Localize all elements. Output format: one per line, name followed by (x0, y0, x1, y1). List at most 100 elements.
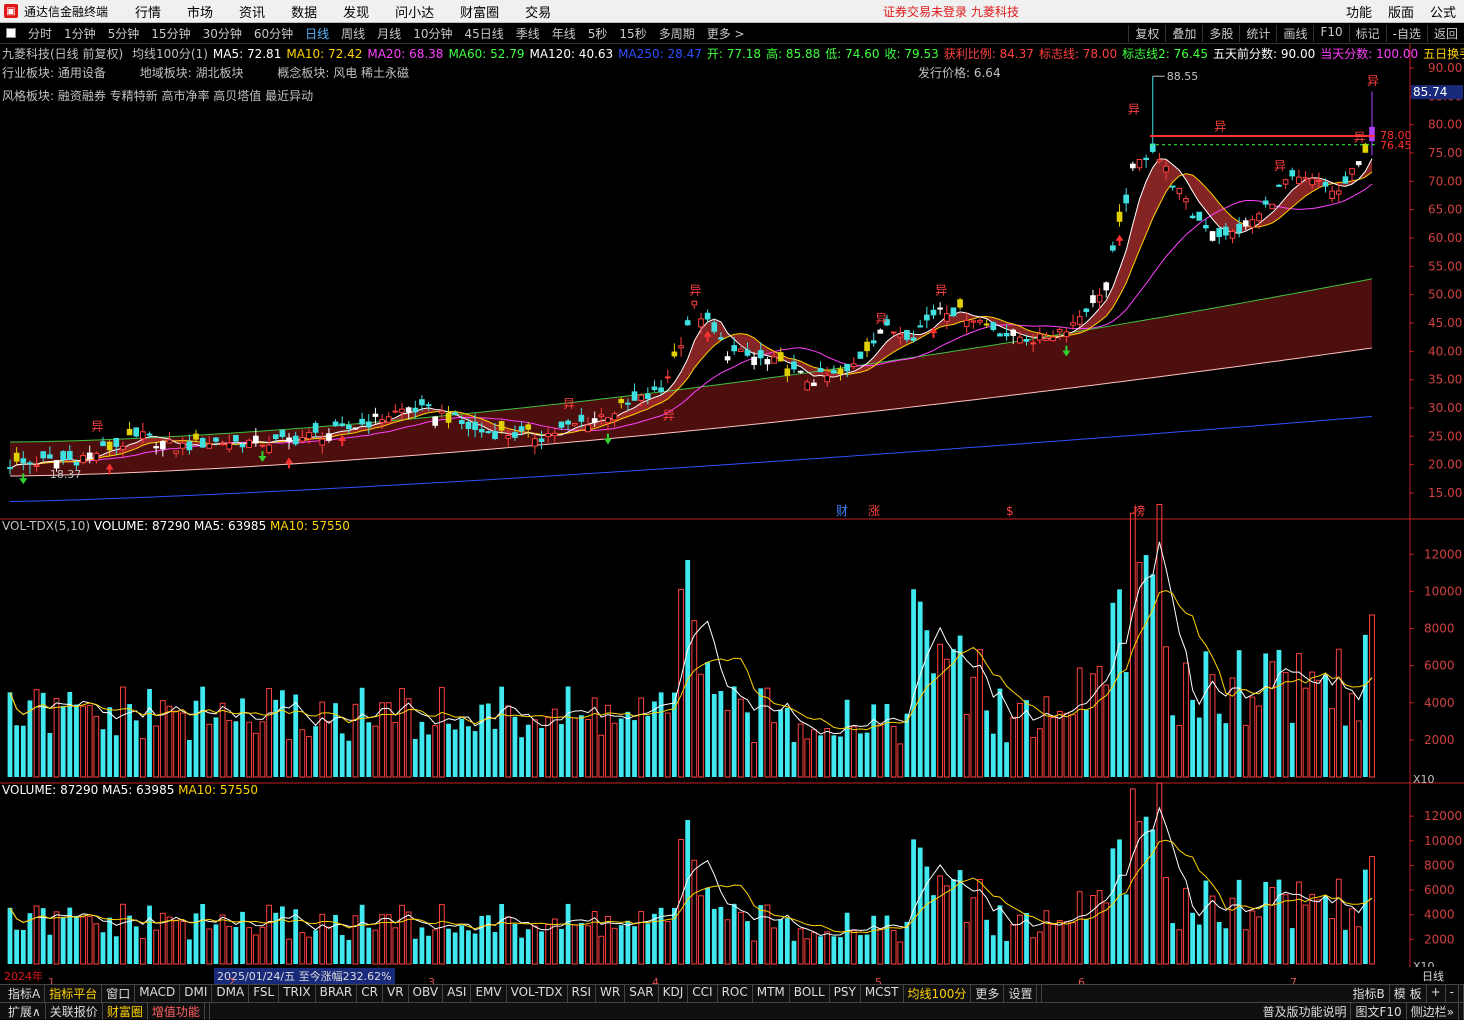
tab-right-3[interactable]: - (1446, 985, 1459, 1002)
period-tab-1[interactable]: 1分钟 (64, 25, 96, 42)
menu-item-7[interactable]: 交易 (525, 2, 551, 21)
period-tab-15[interactable]: 多周期 (659, 25, 695, 42)
bottom-right-item-2[interactable]: 侧边栏» (1407, 1002, 1459, 1020)
indicator-tab-1[interactable]: 指标平台 (45, 985, 103, 1002)
tab-right-0[interactable]: 指标B (1349, 985, 1390, 1002)
period-tab-7[interactable]: 周线 (341, 25, 365, 42)
indicator-tab-26[interactable]: 更多 (971, 985, 1005, 1002)
period-tab-0[interactable]: 分时 (28, 25, 52, 42)
tab-right-1[interactable]: 模 板 (1390, 985, 1427, 1002)
bottom-right-item-0[interactable]: 普及版功能说明 (1258, 1002, 1352, 1020)
toolbar-button-2[interactable]: 多股 (1202, 24, 1239, 42)
candle (977, 317, 983, 326)
menu-item-1[interactable]: 市场 (187, 2, 213, 21)
bottom-item-3[interactable]: 增值功能 (148, 1002, 205, 1020)
period-tab-8[interactable]: 月线 (377, 25, 401, 42)
toolbar-button-4[interactable]: 画线 (1276, 24, 1313, 42)
indicator-tab-8[interactable]: BRAR (316, 985, 358, 1002)
period-tab-3[interactable]: 15分钟 (151, 25, 190, 42)
right-menu-item-1[interactable]: 版面 (1388, 2, 1414, 21)
indicator-tab-10[interactable]: VR (383, 985, 409, 1002)
volume-bar (625, 920, 631, 964)
volume-bar (153, 929, 160, 965)
indicator-tab-12[interactable]: ASI (443, 985, 472, 1002)
period-tab-13[interactable]: 5秒 (588, 25, 608, 42)
volume-bar (1103, 684, 1110, 778)
volume-bar (778, 919, 784, 964)
indicator-tab-16[interactable]: WR (596, 985, 626, 1002)
menu-item-4[interactable]: 发现 (343, 2, 369, 21)
indicator-tab-17[interactable]: SAR (625, 985, 659, 1002)
toolbar-button-0[interactable]: 复权 (1128, 24, 1165, 42)
period-tab-5[interactable]: 60分钟 (254, 25, 293, 42)
price-tick-label-13: 25.00 (1428, 429, 1462, 443)
indicator-tab-18[interactable]: KDJ (659, 985, 689, 1002)
volume-bar (698, 673, 704, 778)
candle (392, 404, 399, 414)
tab-right-2[interactable]: + (1427, 985, 1446, 1002)
right-menu-item-0[interactable]: 功能 (1346, 2, 1372, 21)
volume-bar (1355, 720, 1362, 778)
period-checkbox[interactable] (6, 28, 16, 38)
indicator-tab-24[interactable]: MCST (861, 985, 904, 1002)
indicator-tab-11[interactable]: OBV (409, 985, 444, 1002)
indicator-tab-5[interactable]: DMA (212, 985, 250, 1002)
indicator-tab-13[interactable]: EMV (471, 985, 507, 1002)
indicator-tab-19[interactable]: CCI (688, 985, 718, 1002)
bottom-item-0[interactable]: 扩展∧ (4, 1002, 46, 1020)
current-stock-name[interactable]: 九菱科技 (971, 3, 1019, 20)
chart-area[interactable]: 90.0085.0080.0075.0070.0065.0060.0055.00… (0, 44, 1464, 967)
indicator-tab-6[interactable]: FSL (249, 985, 280, 1002)
bottom-item-1[interactable]: 关联报价 (46, 1002, 103, 1020)
indicator-tab-2[interactable]: 窗口 (102, 985, 136, 1002)
volume-bar (1249, 696, 1256, 778)
indicator-tab-7[interactable]: TRIX (279, 985, 316, 1002)
period-tab-14[interactable]: 15秒 (619, 25, 646, 42)
indicator-tab-20[interactable]: ROC (718, 985, 753, 1002)
indicator-tab-4[interactable]: DMI (180, 985, 213, 1002)
abnormal-tag-7: 异 (1214, 119, 1226, 133)
bottom-item-2[interactable]: 财富圈 (103, 1002, 148, 1020)
indicator-tab-23[interactable]: PSY (830, 985, 861, 1002)
indicator-tab-3[interactable]: MACD (135, 985, 181, 1002)
toolbar-button-1[interactable]: 叠加 (1165, 24, 1202, 42)
volume-bar (200, 904, 206, 964)
volume-bar (206, 723, 213, 778)
period-tab-4[interactable]: 30分钟 (203, 25, 242, 42)
volume-bar (877, 723, 884, 778)
indicator-tab-0[interactable]: 指标A (4, 985, 46, 1002)
menu-item-5[interactable]: 问小达 (395, 2, 434, 21)
menu-item-3[interactable]: 数据 (291, 2, 317, 21)
menu-item-2[interactable]: 资讯 (239, 2, 265, 21)
right-menu-item-2[interactable]: 公式 (1430, 2, 1456, 21)
period-tab-2[interactable]: 5分钟 (108, 25, 140, 42)
indicator-tab-27[interactable]: 设置 (1004, 985, 1038, 1002)
period-tab-11[interactable]: 季线 (516, 25, 540, 42)
toolbar-button-3[interactable]: 统计 (1239, 24, 1276, 42)
period-tab-16[interactable]: 更多 > (707, 25, 745, 42)
period-tab-9[interactable]: 10分钟 (413, 25, 452, 42)
indicator-tab-9[interactable]: CR (357, 985, 383, 1002)
toolbar-button-5[interactable]: F10 (1313, 24, 1348, 42)
indicator-tab-21[interactable]: MTM (753, 985, 790, 1002)
period-tab-10[interactable]: 45日线 (464, 25, 503, 42)
candle (1289, 167, 1296, 181)
price-tick-label-14: 20.00 (1428, 458, 1462, 472)
menu-item-0[interactable]: 行情 (135, 2, 161, 21)
period-tab-12[interactable]: 年线 (552, 25, 576, 42)
bottom-right-item-1[interactable]: 图文F10 (1351, 1002, 1407, 1020)
indicator-tab-25[interactable]: 均线100分 (904, 985, 972, 1002)
volume-bar (293, 909, 299, 964)
vol2-ma10: MA10: 57550 (178, 783, 259, 797)
period-label[interactable]: 日线 (1422, 968, 1444, 984)
menu-item-6[interactable]: 财富圈 (460, 2, 499, 21)
period-tab-6[interactable]: 日线 (305, 25, 329, 42)
indicator-tab-14[interactable]: VOL-TDX (507, 985, 568, 1002)
toolbar-button-7[interactable]: -自选 (1385, 24, 1427, 42)
indicator-tab-22[interactable]: BOLL (790, 985, 830, 1002)
toolbar-button-6[interactable]: 标记 (1348, 24, 1386, 42)
toolbar-button-8[interactable]: 返回 (1426, 24, 1464, 42)
login-notice[interactable]: 证券交易未登录 (883, 3, 967, 20)
indicator-tab-15[interactable]: RSI (568, 985, 597, 1002)
candle (1176, 187, 1183, 200)
